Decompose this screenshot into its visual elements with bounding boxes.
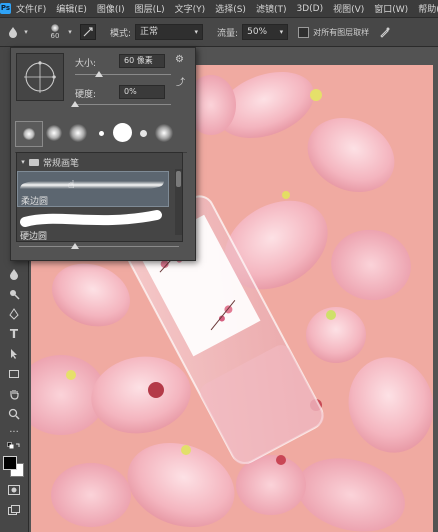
brush-tip-soft-2[interactable]	[69, 124, 87, 142]
brush-preset-list[interactable]: ▾ 常规画笔 柔边圆 ☝ 硬边圆	[16, 152, 183, 242]
reset-icon[interactable]: ⤴	[176, 75, 185, 88]
chevron-down-icon: ▾	[279, 28, 284, 36]
brush-item-label: 硬边圆	[20, 232, 48, 242]
preview-size-slider-track[interactable]	[19, 246, 179, 247]
tool-preset-icon[interactable]	[4, 23, 22, 41]
pen-tool-icon[interactable]	[4, 305, 24, 323]
hard-stroke-preview	[20, 210, 162, 227]
brush-settings-panel-icon[interactable]	[80, 24, 96, 40]
size-input[interactable]: 60 像素	[119, 54, 165, 68]
brush-group-name: 常规画笔	[43, 158, 80, 169]
quick-mask-icon[interactable]	[4, 481, 24, 499]
chevron-down-icon[interactable]: ▾	[22, 23, 30, 41]
menu-file[interactable]: 文件(F)	[11, 2, 51, 15]
brush-preset-panel: 大小: 60 像素 ⚙ ⤴ 硬度: 0% ▾ 常规画笔 柔边圆 ☝ 硬边圆	[10, 47, 196, 261]
brush-tip-small[interactable]	[140, 130, 147, 137]
menu-layer[interactable]: 图层(L)	[130, 2, 170, 15]
chevron-down-icon: ▾	[194, 28, 199, 36]
flow-input[interactable]: 50% ▾	[242, 24, 289, 40]
screen-mode-icon[interactable]	[4, 501, 24, 519]
flow-label: 流量:	[217, 28, 239, 39]
folder-icon	[29, 158, 39, 166]
menu-help[interactable]: 帮助(H)	[413, 2, 438, 15]
sample-all-checkbox[interactable]	[298, 26, 310, 38]
brush-tip-tiny[interactable]	[99, 131, 104, 136]
menu-type[interactable]: 文字(Y)	[170, 2, 211, 15]
default-colors-icon[interactable]	[4, 438, 24, 456]
brush-item-hard-round[interactable]: 硬边圆	[17, 209, 167, 242]
hardness-label: 硬度:	[75, 90, 97, 100]
brush-preset-picker[interactable]: 60	[44, 20, 66, 44]
brush-size-badge: 60	[50, 32, 60, 40]
options-bar: ▾ 60 ▾ 模式: 正常 ▾ 流量: 50% ▾ 对所有图层取样	[0, 18, 438, 47]
brush-tip-soft-1[interactable]	[46, 125, 62, 141]
size-label: 大小:	[75, 59, 97, 69]
menu-bar: Ps 文件(F) 编辑(E) 图像(I) 图层(L) 文字(Y) 选择(S) 滤…	[0, 0, 438, 18]
menu-filter[interactable]: 滤镜(T)	[251, 2, 292, 15]
brush-item-soft-round[interactable]: 柔边圆 ☝	[17, 171, 169, 207]
chevron-down-icon[interactable]: ▾	[66, 23, 74, 41]
menu-image[interactable]: 图像(I)	[92, 2, 130, 15]
brush-tip-hard-small[interactable]	[15, 121, 43, 147]
rectangle-tool-icon[interactable]	[4, 365, 24, 383]
brush-group-general[interactable]: ▾ 常规画笔	[17, 155, 182, 169]
size-slider-knob[interactable]	[95, 71, 103, 77]
menu-window[interactable]: 窗口(W)	[369, 2, 413, 15]
menu-edit[interactable]: 编辑(E)	[51, 2, 92, 15]
gear-icon[interactable]: ⚙	[175, 54, 184, 65]
cursor-hand-icon: ☝	[68, 178, 75, 191]
recent-brush-tips	[15, 120, 175, 148]
smudge-tool-icon[interactable]	[4, 265, 24, 283]
preview-size-slider-knob[interactable]	[71, 243, 79, 249]
hardness-input[interactable]: 0%	[119, 85, 165, 99]
hardness-slider-track[interactable]	[75, 104, 171, 105]
brush-tip-hard-large[interactable]	[113, 123, 132, 142]
chevron-down-icon[interactable]: ▾	[17, 158, 29, 166]
menu-view[interactable]: 视图(V)	[328, 2, 369, 15]
type-tool-icon[interactable]: T	[4, 325, 24, 343]
list-scrollbar-thumb[interactable]	[176, 171, 181, 187]
list-scrollbar[interactable]	[175, 169, 182, 235]
hardness-slider-knob[interactable]	[71, 101, 79, 107]
brush-tool-icon[interactable]	[4, 285, 24, 303]
zoom-tool-icon[interactable]	[4, 405, 24, 423]
sample-all-label: 对所有图层取样	[313, 27, 370, 37]
brush-tip-preview	[51, 24, 59, 32]
menu-select[interactable]: 选择(S)	[210, 2, 251, 15]
menu-3d[interactable]: 3D(D)	[291, 4, 328, 14]
mode-select[interactable]: 正常 ▾	[135, 24, 204, 40]
photoshop-logo: Ps	[0, 3, 11, 14]
flow-value: 50%	[247, 27, 268, 37]
brush-tip-soft-3[interactable]	[155, 124, 173, 142]
mode-label: 模式:	[110, 28, 132, 39]
pressure-pen-icon[interactable]	[375, 23, 393, 41]
path-select-tool-icon[interactable]	[4, 345, 24, 363]
size-slider-track[interactable]	[75, 74, 171, 75]
brush-item-label: 柔边圆	[21, 197, 49, 207]
brush-angle-widget[interactable]	[16, 53, 64, 101]
mode-value: 正常	[140, 27, 159, 37]
hand-tool-icon[interactable]	[4, 385, 24, 403]
foreground-color-swatch[interactable]	[3, 456, 17, 470]
angle-dial-icon	[24, 61, 56, 93]
